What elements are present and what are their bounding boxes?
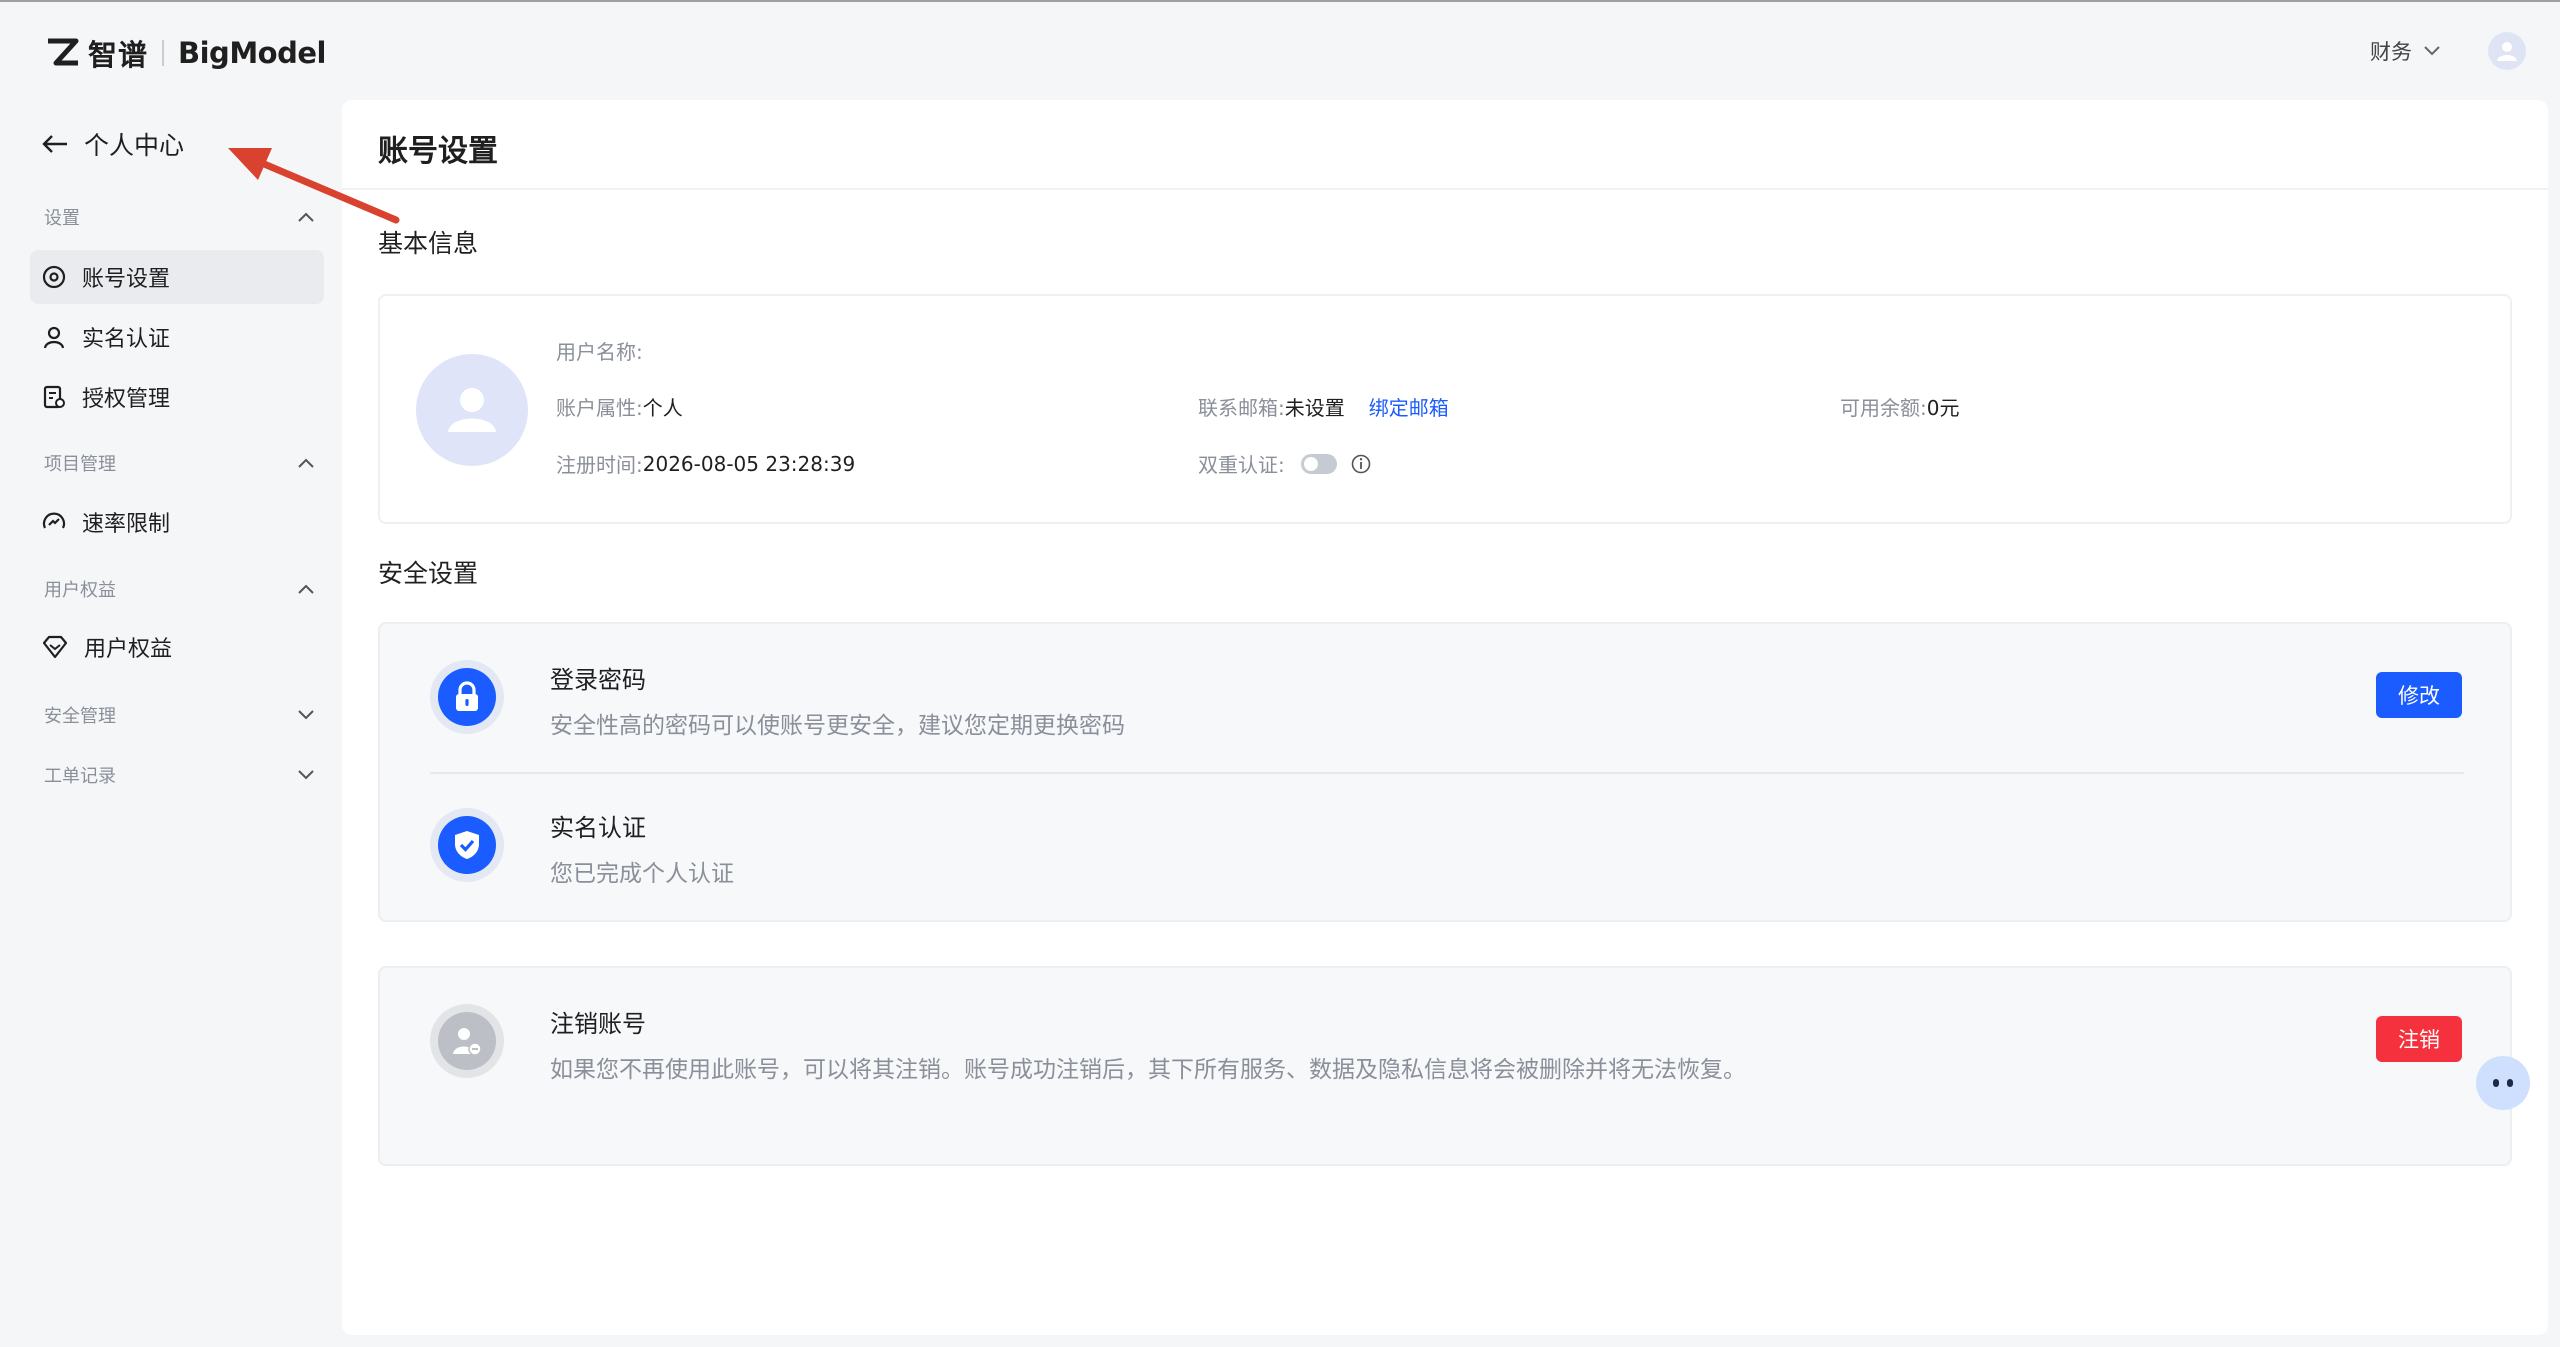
- sidebar-item-label: 账号设置: [82, 267, 171, 292]
- username-field: 用户名称:: [556, 336, 643, 365]
- lock-icon: [456, 681, 478, 711]
- change-password-button[interactable]: 修改: [2376, 672, 2462, 718]
- assistant-eye-icon: [2493, 1079, 2499, 1087]
- sidebar-group-security[interactable]: 安全管理: [44, 702, 314, 728]
- sidebar-item-account-settings[interactable]: 账号设置: [30, 250, 324, 304]
- cancel-account-title: 注销账号: [550, 1010, 646, 1038]
- sidebar-group-label: 工单记录: [44, 766, 116, 787]
- sidebar-item-real-name[interactable]: 实名认证: [30, 310, 324, 364]
- two-factor-label: 双重认证:: [1198, 453, 1285, 477]
- email-label: 联系邮箱:: [1198, 396, 1285, 420]
- balance-field: 可用余额: 0元: [1840, 392, 1959, 421]
- cancel-account-desc: 如果您不再使用此账号，可以将其注销。账号成功注销后，其下所有服务、数据及隐私信息…: [550, 1057, 1746, 1083]
- diamond-icon: [42, 635, 68, 659]
- password-title: 登录密码: [550, 666, 646, 694]
- main-panel: 账号设置 基本信息 用户名称: 账户属性: 个人 注册时间: 2026-08-0…: [342, 100, 2548, 1335]
- back-label: 个人中心: [84, 131, 185, 160]
- gauge-icon: [42, 512, 66, 529]
- chevron-down-icon: [2424, 46, 2440, 56]
- basic-info-card: 用户名称: 账户属性: 个人 注册时间: 2026-08-05 23:28:39…: [378, 294, 2512, 524]
- security-settings-title: 安全设置: [378, 559, 479, 588]
- arrow-left-icon: [42, 135, 67, 153]
- password-icon-badge: [430, 660, 504, 734]
- sidebar-group-projects[interactable]: 项目管理: [44, 450, 314, 476]
- two-factor-field: 双重认证:: [1198, 449, 1371, 478]
- cancel-account-card: 注销账号 如果您不再使用此账号，可以将其注销。账号成功注销后，其下所有服务、数据…: [378, 966, 2512, 1166]
- top-bar: 智谱 BigModel 财务: [0, 0, 2560, 100]
- register-time-label: 注册时间:: [556, 453, 643, 477]
- bind-email-link[interactable]: 绑定邮箱: [1369, 392, 1449, 421]
- sidebar-item-label: 授权管理: [82, 387, 171, 412]
- account-type-value: 个人: [642, 396, 683, 420]
- info-icon[interactable]: [1351, 454, 1371, 474]
- annotation-arrow-icon: [228, 148, 400, 224]
- two-factor-toggle[interactable]: [1300, 453, 1337, 474]
- sidebar-group-label: 用户权益: [44, 580, 116, 601]
- sidebar-item-user-benefits[interactable]: 用户权益: [30, 620, 324, 674]
- account-type-field: 账户属性: 个人: [556, 392, 683, 421]
- sidebar-group-label: 设置: [44, 208, 80, 229]
- cancel-account-button[interactable]: 注销: [2376, 1016, 2462, 1062]
- brand-separator: [162, 40, 165, 66]
- top-right-actions: 财务: [2370, 32, 2526, 70]
- balance-value: 0元: [1926, 396, 1960, 420]
- finance-menu[interactable]: 财务: [2370, 36, 2440, 66]
- sidebar-item-label: 用户权益: [84, 637, 173, 662]
- person-icon: [43, 326, 65, 349]
- brand-name-cn: 智谱: [88, 38, 149, 72]
- document-auth-icon: [43, 385, 65, 409]
- realname-desc: 您已完成个人认证: [550, 861, 734, 887]
- email-field: 联系邮箱: 未设置 绑定邮箱: [1198, 392, 1449, 421]
- settings-circle-icon: [42, 265, 66, 289]
- account-type-label: 账户属性:: [556, 396, 643, 420]
- security-row-divider: [430, 772, 2464, 774]
- cancel-icon-badge: [430, 1004, 504, 1078]
- chevron-up-icon: [298, 458, 314, 468]
- password-desc: 安全性高的密码可以使账号更安全，建议您定期更换密码: [550, 713, 1125, 739]
- realname-title: 实名认证: [550, 814, 646, 842]
- brand-name-en: BigModel: [178, 36, 326, 70]
- user-avatar-icon: [448, 388, 496, 432]
- chevron-down-icon: [298, 770, 314, 780]
- register-time-field: 注册时间: 2026-08-05 23:28:39: [556, 449, 855, 478]
- sidebar-group-tickets[interactable]: 工单记录: [44, 762, 314, 788]
- sidebar-item-authorization[interactable]: 授权管理: [30, 370, 324, 424]
- sidebar-group-label: 安全管理: [44, 706, 116, 727]
- chevron-down-icon: [298, 710, 314, 720]
- username-label: 用户名称:: [556, 340, 643, 364]
- zhipu-logo-icon: [48, 38, 79, 66]
- sidebar-group-benefits[interactable]: 用户权益: [44, 576, 314, 602]
- realname-icon-badge: [430, 808, 504, 882]
- brand-logo[interactable]: 智谱 BigModel: [46, 32, 326, 74]
- user-remove-icon: [453, 1028, 482, 1056]
- balance-label: 可用余额:: [1840, 396, 1927, 420]
- assistant-float-button[interactable]: [2476, 1056, 2530, 1110]
- user-avatar[interactable]: [2488, 32, 2526, 70]
- user-avatar-icon: [2497, 42, 2517, 61]
- finance-label: 财务: [2370, 40, 2412, 64]
- profile-avatar: [416, 354, 528, 466]
- chevron-up-icon: [298, 584, 314, 594]
- shield-check-icon: [455, 831, 479, 859]
- register-time-value: 2026-08-05 23:28:39: [642, 451, 856, 476]
- email-value: 未设置: [1284, 396, 1345, 420]
- sidebar-item-label: 速率限制: [82, 512, 171, 537]
- sidebar-item-rate-limit[interactable]: 速率限制: [30, 495, 324, 549]
- sidebar-group-label: 项目管理: [44, 454, 116, 475]
- assistant-eye-icon: [2507, 1079, 2513, 1087]
- security-settings-card: 登录密码 安全性高的密码可以使账号更安全，建议您定期更换密码 修改 实名认证 您…: [378, 622, 2512, 922]
- sidebar-item-label: 实名认证: [82, 327, 171, 352]
- back-to-personal-center[interactable]: 个人中心: [42, 126, 184, 162]
- title-divider: [342, 188, 2548, 190]
